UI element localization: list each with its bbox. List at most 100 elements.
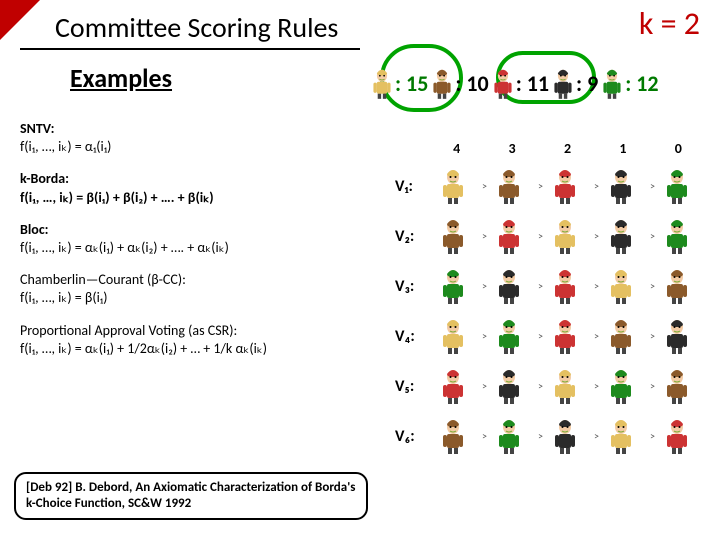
pref-cell: > xyxy=(537,268,593,304)
score-4: : 9 xyxy=(576,70,598,97)
cand-brown-icon xyxy=(439,418,467,454)
pref-cell: > xyxy=(481,318,537,354)
pref-cell: > xyxy=(481,368,537,404)
cand-blond-icon xyxy=(370,68,394,98)
cand-red-icon xyxy=(495,218,523,254)
pref-cell xyxy=(649,318,705,354)
voter-row: V₄: > > > > xyxy=(395,311,706,361)
pref-cell: > xyxy=(537,418,593,454)
rule-sntv: SNTV: f(i₁, …, iₖ) = α₁(i₁) xyxy=(20,120,350,156)
rule-pav: Proportional Approval Voting (as CSR): f… xyxy=(20,322,350,358)
pref-cell: > xyxy=(425,318,481,354)
pref-cell: > xyxy=(537,168,593,204)
score-2: : 10 xyxy=(455,70,488,97)
pref-cell: > xyxy=(425,418,481,454)
cand-blond-icon xyxy=(439,168,467,204)
pref-cell: > xyxy=(425,368,481,404)
voter-label: V₃: xyxy=(395,277,425,296)
cand-green-icon xyxy=(495,318,523,354)
cand-brown-icon xyxy=(663,268,691,304)
cand-red-icon xyxy=(551,168,579,204)
sntv-body: f(i₁, …, iₖ) = α₁(i₁) xyxy=(20,138,111,155)
cand-green-icon xyxy=(607,368,635,404)
voter-row: V₅: > > > > xyxy=(395,361,706,411)
cc-body: f(i₁, …, iₖ) = β(i₁) xyxy=(20,289,107,306)
voter-row: V₆: > > > > xyxy=(395,411,706,461)
kborda-body: f(i₁, …, iₖ) = β(i₁) + β(i₂) + …. + β(iₖ… xyxy=(20,189,214,206)
col-h-0: 4 xyxy=(429,140,484,157)
bloc-title: Bloc: xyxy=(20,221,49,238)
cand-red-icon xyxy=(663,418,691,454)
slide-accent xyxy=(0,0,40,40)
pav-title: Proportional Approval Voting (as CSR): xyxy=(20,322,237,339)
voter-row: V₂: > > > > xyxy=(395,211,706,261)
pref-cell: > xyxy=(537,218,593,254)
cand-green-icon xyxy=(600,68,624,98)
cand-blond-icon xyxy=(551,218,579,254)
pref-cell: > xyxy=(593,318,649,354)
k-value: k = 2 xyxy=(639,4,700,43)
cand-green-icon xyxy=(439,268,467,304)
pref-cell: > xyxy=(481,168,537,204)
cand-brown-icon xyxy=(495,168,523,204)
voter-label: V₆: xyxy=(395,427,425,446)
voter-label: V₅: xyxy=(395,377,425,396)
rules-list: SNTV: f(i₁, …, iₖ) = α₁(i₁) k-Borda: f(i… xyxy=(20,120,350,372)
pref-cell: > xyxy=(593,218,649,254)
cand-dark-icon xyxy=(551,418,579,454)
pref-cell: > xyxy=(593,368,649,404)
cand-red-icon xyxy=(439,368,467,404)
cand-dark-icon xyxy=(663,318,691,354)
cand-brown-icon xyxy=(607,318,635,354)
pref-cell: > xyxy=(537,318,593,354)
pref-cell xyxy=(649,218,705,254)
bloc-body: f(i₁, …, iₖ) = αₖ(i₁) + αₖ(i₂) + …. + αₖ… xyxy=(20,239,229,256)
cand-dark-icon xyxy=(607,168,635,204)
pref-cell: > xyxy=(593,168,649,204)
cand-brown-icon xyxy=(439,218,467,254)
cc-title: Chamberlin—Courant (β-CC): xyxy=(20,271,186,288)
score-1: : 15 xyxy=(395,70,428,97)
page-title: Committee Scoring Rules xyxy=(55,10,338,45)
cand-blond-icon xyxy=(551,368,579,404)
pref-cell: > xyxy=(481,268,537,304)
cand-blond-icon xyxy=(607,418,635,454)
cand-green-icon xyxy=(663,218,691,254)
examples-heading: Examples xyxy=(70,62,172,94)
cand-dark-icon xyxy=(495,268,523,304)
candidate-scores: : 15 : 10 : 11 : 9 : 12 xyxy=(370,60,708,106)
col-h-4: 0 xyxy=(651,140,706,157)
cand-green-icon xyxy=(495,418,523,454)
cand-red-icon xyxy=(551,318,579,354)
pref-cell: > xyxy=(425,268,481,304)
voter-label: V₁: xyxy=(395,177,425,196)
rule-kborda: k-Borda: f(i₁, …, iₖ) = β(i₁) + β(i₂) + … xyxy=(20,170,350,206)
cand-brown-icon xyxy=(663,368,691,404)
pref-cell xyxy=(649,168,705,204)
voter-label: V₂: xyxy=(395,227,425,246)
pref-cell xyxy=(649,418,705,454)
pref-cell: > xyxy=(425,218,481,254)
cand-dark-icon xyxy=(495,368,523,404)
cand-green-icon xyxy=(663,168,691,204)
rule-cc: Chamberlin—Courant (β-CC): f(i₁, …, iₖ) … xyxy=(20,271,350,307)
pref-cell: > xyxy=(593,418,649,454)
cand-red-icon xyxy=(551,268,579,304)
score-5: : 12 xyxy=(625,70,658,97)
grid-col-headers: 4 3 2 1 0 xyxy=(429,140,706,157)
pref-cell: > xyxy=(481,418,537,454)
pref-cell: > xyxy=(593,268,649,304)
voter-grid: 4 3 2 1 0 V₁: > > > > V₂: xyxy=(395,140,706,461)
pref-cell: > xyxy=(425,168,481,204)
pav-body: f(i₁, …, iₖ) = αₖ(i₁) + 1/2αₖ(i₂) + … + … xyxy=(20,340,267,357)
pref-cell: > xyxy=(481,218,537,254)
sntv-title: SNTV: xyxy=(20,120,55,137)
pref-cell xyxy=(649,268,705,304)
col-h-3: 1 xyxy=(595,140,650,157)
voter-row: V₁: > > > > xyxy=(395,161,706,211)
pref-cell: > xyxy=(537,368,593,404)
pref-cell xyxy=(649,368,705,404)
score-3: : 11 xyxy=(516,70,549,97)
citation-box: [Deb 92] B. Debord, An Axiomatic Charact… xyxy=(14,472,368,521)
cand-dark-icon xyxy=(551,68,575,98)
